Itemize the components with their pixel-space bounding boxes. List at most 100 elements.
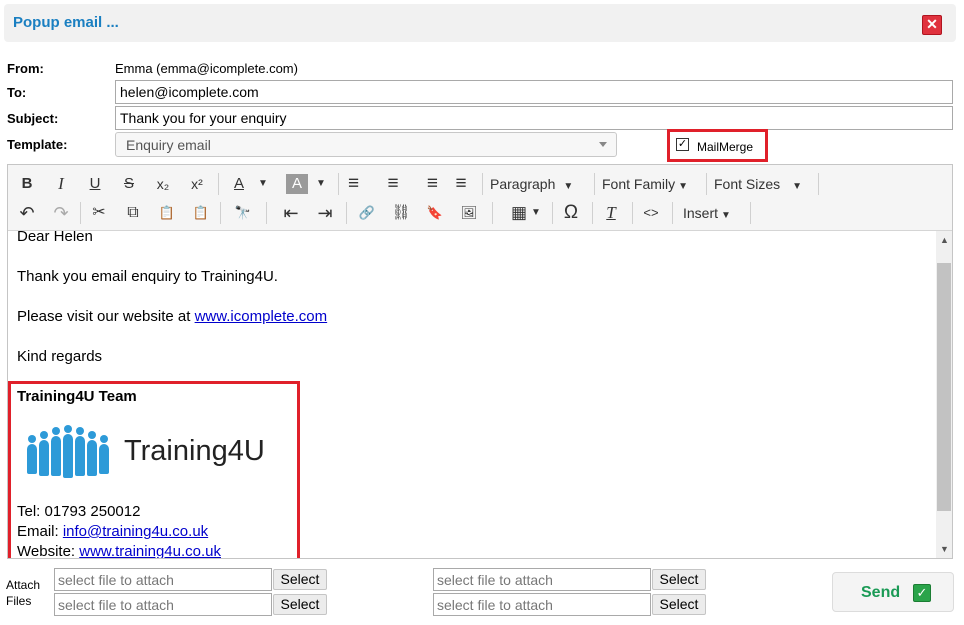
font-family-dropdown[interactable]: Font Family ▼ <box>602 172 688 196</box>
image-icon[interactable]: 🖼 <box>458 201 480 225</box>
chevron-down-icon: ▼ <box>721 210 731 221</box>
text-color-icon[interactable]: A <box>228 172 250 196</box>
cut-icon[interactable]: ✂ <box>88 201 110 225</box>
font-sizes-label: Font Sizes <box>714 176 781 192</box>
toolbar-divider <box>266 202 267 224</box>
website-link[interactable]: www.icomplete.com <box>195 308 328 325</box>
close-icon[interactable]: ✕ <box>922 15 942 35</box>
toolbar-divider <box>592 202 593 224</box>
people-logo-icon <box>18 421 116 487</box>
italic-icon[interactable]: I <box>50 172 72 196</box>
email-label: Email: <box>17 523 63 540</box>
subscript-icon[interactable]: x₂ <box>152 172 174 196</box>
unlink-icon[interactable]: ⛓ <box>390 201 412 225</box>
editor-scrollbar[interactable]: ▲ ▼ <box>936 231 952 558</box>
background-color-icon[interactable]: A <box>286 174 308 194</box>
send-button[interactable]: Send ✓ <box>832 572 954 612</box>
toolbar-divider <box>632 202 633 224</box>
superscript-icon[interactable]: x² <box>186 172 208 196</box>
mailmerge-checkbox[interactable]: ✓ <box>676 138 689 151</box>
insert-dropdown[interactable]: Insert ▼ <box>683 201 731 225</box>
toolbar-divider <box>552 202 553 224</box>
subject-label: Subject: <box>7 111 59 126</box>
chevron-down-icon: ▼ <box>792 181 803 192</box>
toolbar-divider <box>482 173 483 195</box>
table-icon[interactable]: ▦ <box>508 201 530 225</box>
toolbar-divider <box>594 173 595 195</box>
editor-body[interactable]: Dear Helen Thank you email enquiry to Tr… <box>8 231 936 558</box>
scroll-down-icon[interactable]: ▼ <box>940 544 949 554</box>
bookmark-icon[interactable]: 🔖 <box>424 201 446 225</box>
closing-text: Kind regards <box>17 348 103 365</box>
paste-text-icon[interactable]: 📋 <box>190 201 212 225</box>
logo: Training4U <box>18 421 268 487</box>
font-sizes-dropdown[interactable]: Font Sizes ▼ <box>714 172 802 196</box>
align-justify-icon[interactable]: ≡ <box>450 172 472 196</box>
toolbar-divider <box>346 202 347 224</box>
from-value: Emma (emma@icomplete.com) <box>115 61 298 76</box>
chevron-down-icon[interactable]: ▼ <box>256 172 270 196</box>
align-center-icon[interactable]: ≡ <box>382 172 404 196</box>
website-label: Website: <box>17 543 80 558</box>
window-title: Popup email ... <box>13 14 119 31</box>
chevron-down-icon: ▼ <box>678 181 689 192</box>
subject-field[interactable]: Thank you for your enquiry <box>115 106 953 130</box>
select-file-button-4[interactable]: Select <box>652 594 706 615</box>
source-code-icon[interactable]: <> <box>640 201 662 225</box>
attach-file-input-2[interactable]: select file to attach <box>54 593 272 616</box>
to-label: To: <box>7 85 27 100</box>
toolbar-divider <box>818 173 819 195</box>
special-character-icon[interactable]: Ω <box>560 201 582 225</box>
website-link-signature[interactable]: www.training4u.co.uk <box>79 543 221 558</box>
attach-file-input-4[interactable]: select file to attach <box>433 593 651 616</box>
email-line: Email: info@training4u.co.uk <box>17 523 208 540</box>
team-name: Training4U Team <box>17 388 137 405</box>
scroll-up-icon[interactable]: ▲ <box>940 235 949 245</box>
attach-file-input-3[interactable]: select file to attach <box>433 568 651 591</box>
select-file-button-3[interactable]: Select <box>652 569 706 590</box>
mailmerge-label[interactable]: MailMerge <box>697 140 753 154</box>
to-field[interactable]: helen@icomplete.com <box>115 80 953 104</box>
template-label: Template: <box>7 137 68 152</box>
redo-icon[interactable]: ↷ <box>50 201 72 225</box>
align-right-icon[interactable]: ≡ <box>416 172 438 196</box>
chevron-down-icon[interactable]: ▼ <box>530 201 542 225</box>
clear-formatting-icon[interactable]: T <box>600 201 622 225</box>
body-line-2: Please visit our website at www.icomplet… <box>17 308 327 325</box>
email-link[interactable]: info@training4u.co.uk <box>63 523 208 540</box>
bold-icon[interactable]: B <box>16 172 38 196</box>
send-label: Send <box>861 584 901 601</box>
select-file-button-2[interactable]: Select <box>273 594 327 615</box>
align-left-icon[interactable]: ≡ <box>348 172 370 196</box>
logo-text: Training4U <box>124 435 265 467</box>
chevron-down-icon[interactable]: ▼ <box>314 172 328 196</box>
link-icon[interactable]: 🔗 <box>356 201 378 225</box>
toolbar-divider <box>80 202 81 224</box>
select-file-button-1[interactable]: Select <box>273 569 327 590</box>
undo-icon[interactable]: ↶ <box>16 201 38 225</box>
attach-label-line-1: Attach <box>6 578 41 592</box>
toolbar-divider <box>492 202 493 224</box>
scrollbar-thumb[interactable] <box>937 263 951 511</box>
underline-icon[interactable]: U <box>84 172 106 196</box>
indent-icon[interactable]: ⇥ <box>314 201 336 225</box>
outdent-icon[interactable]: ⇤ <box>280 201 302 225</box>
editor-toolbar: B I U S x₂ x² A ▼ A ▼ ≡ ≡ ≡ ≡ Paragraph ▼… <box>8 165 952 231</box>
template-select-value: Enquiry email <box>126 137 211 153</box>
strikethrough-icon[interactable]: S <box>118 172 140 196</box>
title-bar: Popup email ... ✕ <box>4 4 956 42</box>
paragraph-dropdown[interactable]: Paragraph ▼ <box>490 172 573 196</box>
insert-label: Insert <box>683 205 719 221</box>
attach-label-line-2: Files <box>6 594 32 608</box>
attach-file-input-1[interactable]: select file to attach <box>54 568 272 591</box>
paste-icon[interactable]: 📋 <box>156 201 178 225</box>
template-select[interactable]: Enquiry email <box>115 132 617 157</box>
body-line-2-text: Please visit our website at <box>17 308 195 325</box>
toolbar-divider <box>706 173 707 195</box>
find-replace-icon[interactable]: 🔭 <box>232 201 254 225</box>
toolbar-divider <box>220 202 221 224</box>
copy-icon[interactable]: ⧉ <box>122 201 144 225</box>
body-line-1: Thank you email enquiry to Training4U. <box>17 268 278 285</box>
toolbar-divider <box>672 202 673 224</box>
website-line: Website: www.training4u.co.uk <box>17 543 221 558</box>
